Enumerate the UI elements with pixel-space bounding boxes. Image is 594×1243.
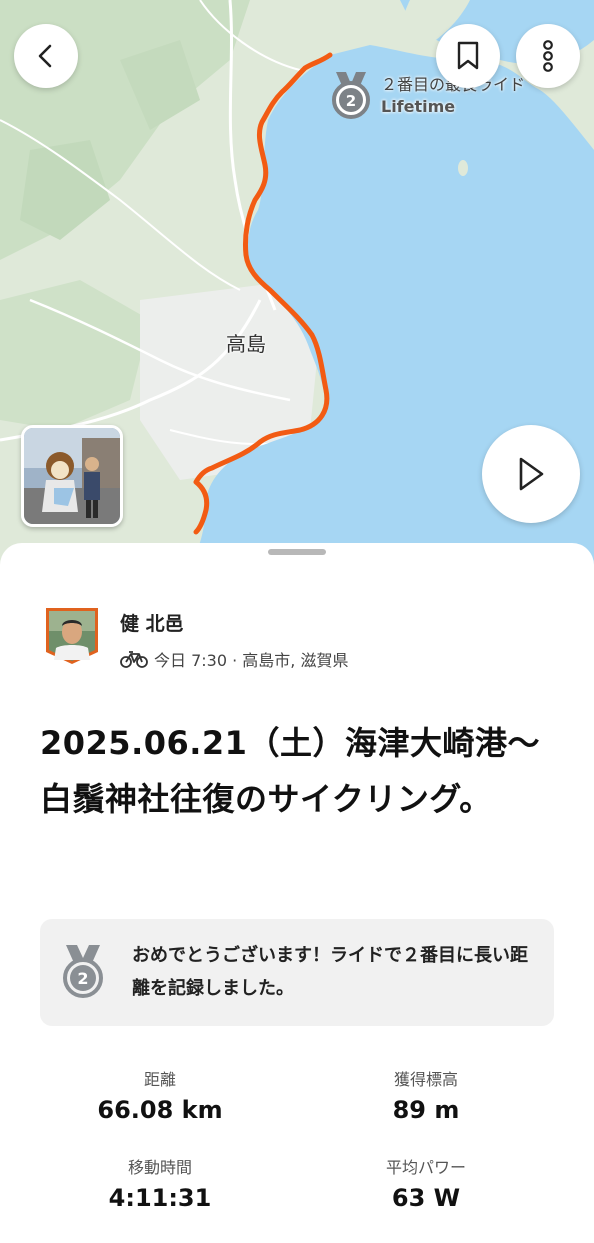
achievement-message: おめでとうございます！ライドで２番目に長い距離を記録しました。 (132, 945, 528, 999)
stat-label: 平均パワー (385, 1158, 466, 1177)
medal-icon: 2 (60, 943, 106, 1003)
activity-photo-thumbnail[interactable] (21, 425, 123, 527)
photo-image (24, 428, 120, 524)
stat-value: 4:11:31 (108, 1184, 212, 1212)
achievement-banner[interactable]: 2 おめでとうございます！ライドで２番目に長い距離を記録しました。 (40, 919, 554, 1026)
stat-avg-power: 平均パワー 63 W (296, 1154, 556, 1212)
bookmark-button[interactable] (436, 24, 500, 88)
back-button[interactable] (14, 24, 78, 88)
athlete-name[interactable]: 健 北邑 (120, 609, 184, 636)
bike-icon (120, 651, 148, 668)
stat-value: 63 W (391, 1184, 461, 1212)
stat-value: 89 m (392, 1096, 460, 1124)
stat-label: 移動時間 (127, 1158, 192, 1177)
stat-value: 66.08 km (97, 1096, 223, 1124)
stat-moving-time: 移動時間 4:11:31 (30, 1154, 290, 1212)
stat-label: 距離 (143, 1070, 176, 1089)
sheet-grabber[interactable] (268, 549, 326, 555)
more-vertical-icon (543, 40, 553, 72)
more-options-button[interactable] (516, 24, 580, 88)
play-icon (519, 457, 544, 491)
svg-text:2: 2 (77, 969, 88, 988)
stat-elevation: 獲得標高 89 m (296, 1066, 556, 1124)
route-map[interactable]: 2 ２番目の最長ライド Lifetime 高島 (0, 0, 594, 570)
play-flyover-button[interactable] (482, 425, 580, 523)
chevron-left-icon (38, 44, 52, 68)
avatar[interactable] (44, 606, 100, 666)
stat-label: 獲得標高 (393, 1070, 458, 1089)
bookmark-icon (457, 41, 479, 70)
achievement-sub: Lifetime (381, 97, 456, 116)
town-label: 高島 (226, 332, 266, 356)
stat-distance: 距離 66.08 km (30, 1066, 290, 1124)
activity-meta: 今日 7:30 · 高島市, 滋賀県 (120, 647, 348, 671)
medal-icon: 2 (332, 72, 370, 119)
activity-detail-sheet[interactable]: 健 北邑 今日 7:30 · 高島市, 滋賀県 2025.06.21（土）海津大… (0, 543, 594, 1243)
svg-text:2: 2 (346, 92, 356, 110)
activity-title: 2025.06.21（土）海津大崎港〜白鬚神社往復のサイクリング。 (40, 724, 540, 818)
activity-meta-text: 今日 7:30 · 高島市, 滋賀県 (154, 651, 349, 670)
achievement-marker[interactable]: 2 (330, 70, 372, 124)
